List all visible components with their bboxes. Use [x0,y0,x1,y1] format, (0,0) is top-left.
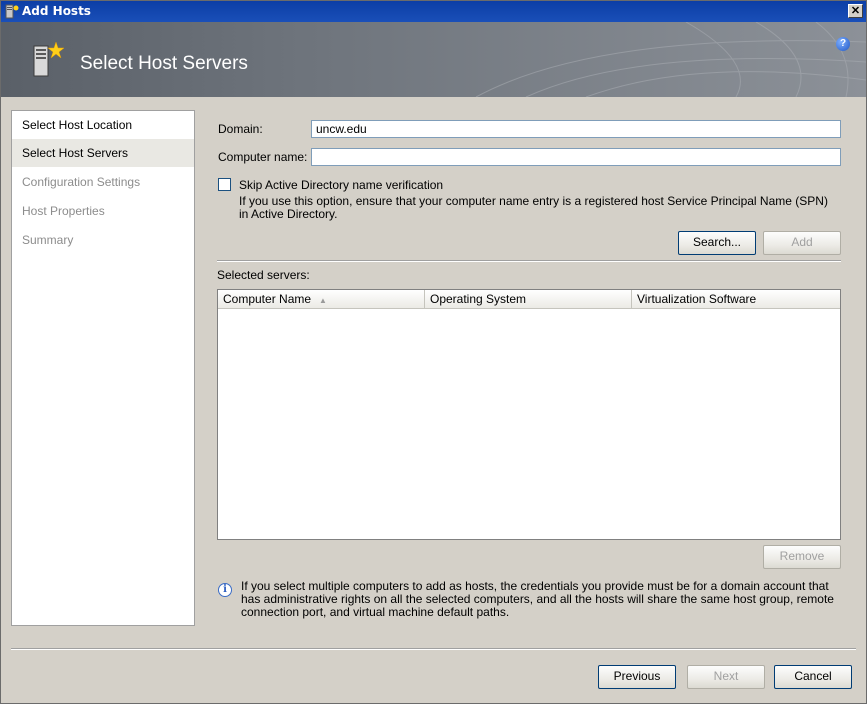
next-button[interactable]: Next [687,665,765,689]
info-icon: i [218,583,232,597]
list-header: Computer Name ▲ Operating System Virtuali… [218,290,840,309]
sort-ascending-icon: ▲ [319,296,327,305]
section-divider [217,260,841,262]
add-hosts-window: Add Hosts ✕ Select Host Servers ? Select… [0,0,867,704]
nav-step-select-host-servers[interactable]: Select Host Servers [12,139,194,167]
window-title: Add Hosts [22,4,91,18]
info-message: If you select multiple computers to add … [241,579,834,619]
help-icon[interactable]: ? [836,37,850,51]
previous-button[interactable]: Previous [598,665,676,689]
add-button[interactable]: Add [763,231,841,255]
selected-servers-label: Selected servers: [217,268,310,282]
cancel-button[interactable]: Cancel [774,665,852,689]
wizard-header: Select Host Servers ? [1,22,866,97]
wizard-steps-nav: Select Host Location Select Host Servers… [11,110,195,626]
header-decoration [475,22,866,97]
skip-ad-note: If you use this option, ensure that your… [239,194,828,221]
column-header-operating-system[interactable]: Operating System [425,290,632,308]
nav-step-configuration-settings: Configuration Settings [22,175,141,189]
nav-step-summary: Summary [22,233,74,247]
nav-step-select-host-location[interactable]: Select Host Location [12,111,194,139]
title-bar[interactable]: Add Hosts ✕ [1,1,866,22]
skip-ad-checkbox[interactable] [218,178,231,191]
column-header-virtualization-software[interactable]: Virtualization Software [632,290,840,308]
server-star-icon [31,40,65,83]
footer-divider [11,648,856,650]
remove-button[interactable]: Remove [763,545,841,569]
computer-name-field[interactable] [311,148,841,166]
skip-ad-label[interactable]: Skip Active Directory name verification [239,178,443,192]
domain-field[interactable]: uncw.edu [311,120,841,138]
close-button[interactable]: ✕ [848,4,863,18]
domain-label: Domain: [218,122,263,136]
selected-servers-list[interactable]: Computer Name ▲ Operating System Virtuali… [217,289,841,540]
page-title: Select Host Servers [80,53,248,74]
nav-step-host-properties: Host Properties [22,204,105,218]
search-button[interactable]: Search... [678,231,756,255]
server-app-icon [5,4,19,19]
column-header-label: Computer Name [223,292,312,306]
computer-name-label: Computer name: [218,150,308,164]
column-header-computer-name[interactable]: Computer Name ▲ [218,290,425,308]
